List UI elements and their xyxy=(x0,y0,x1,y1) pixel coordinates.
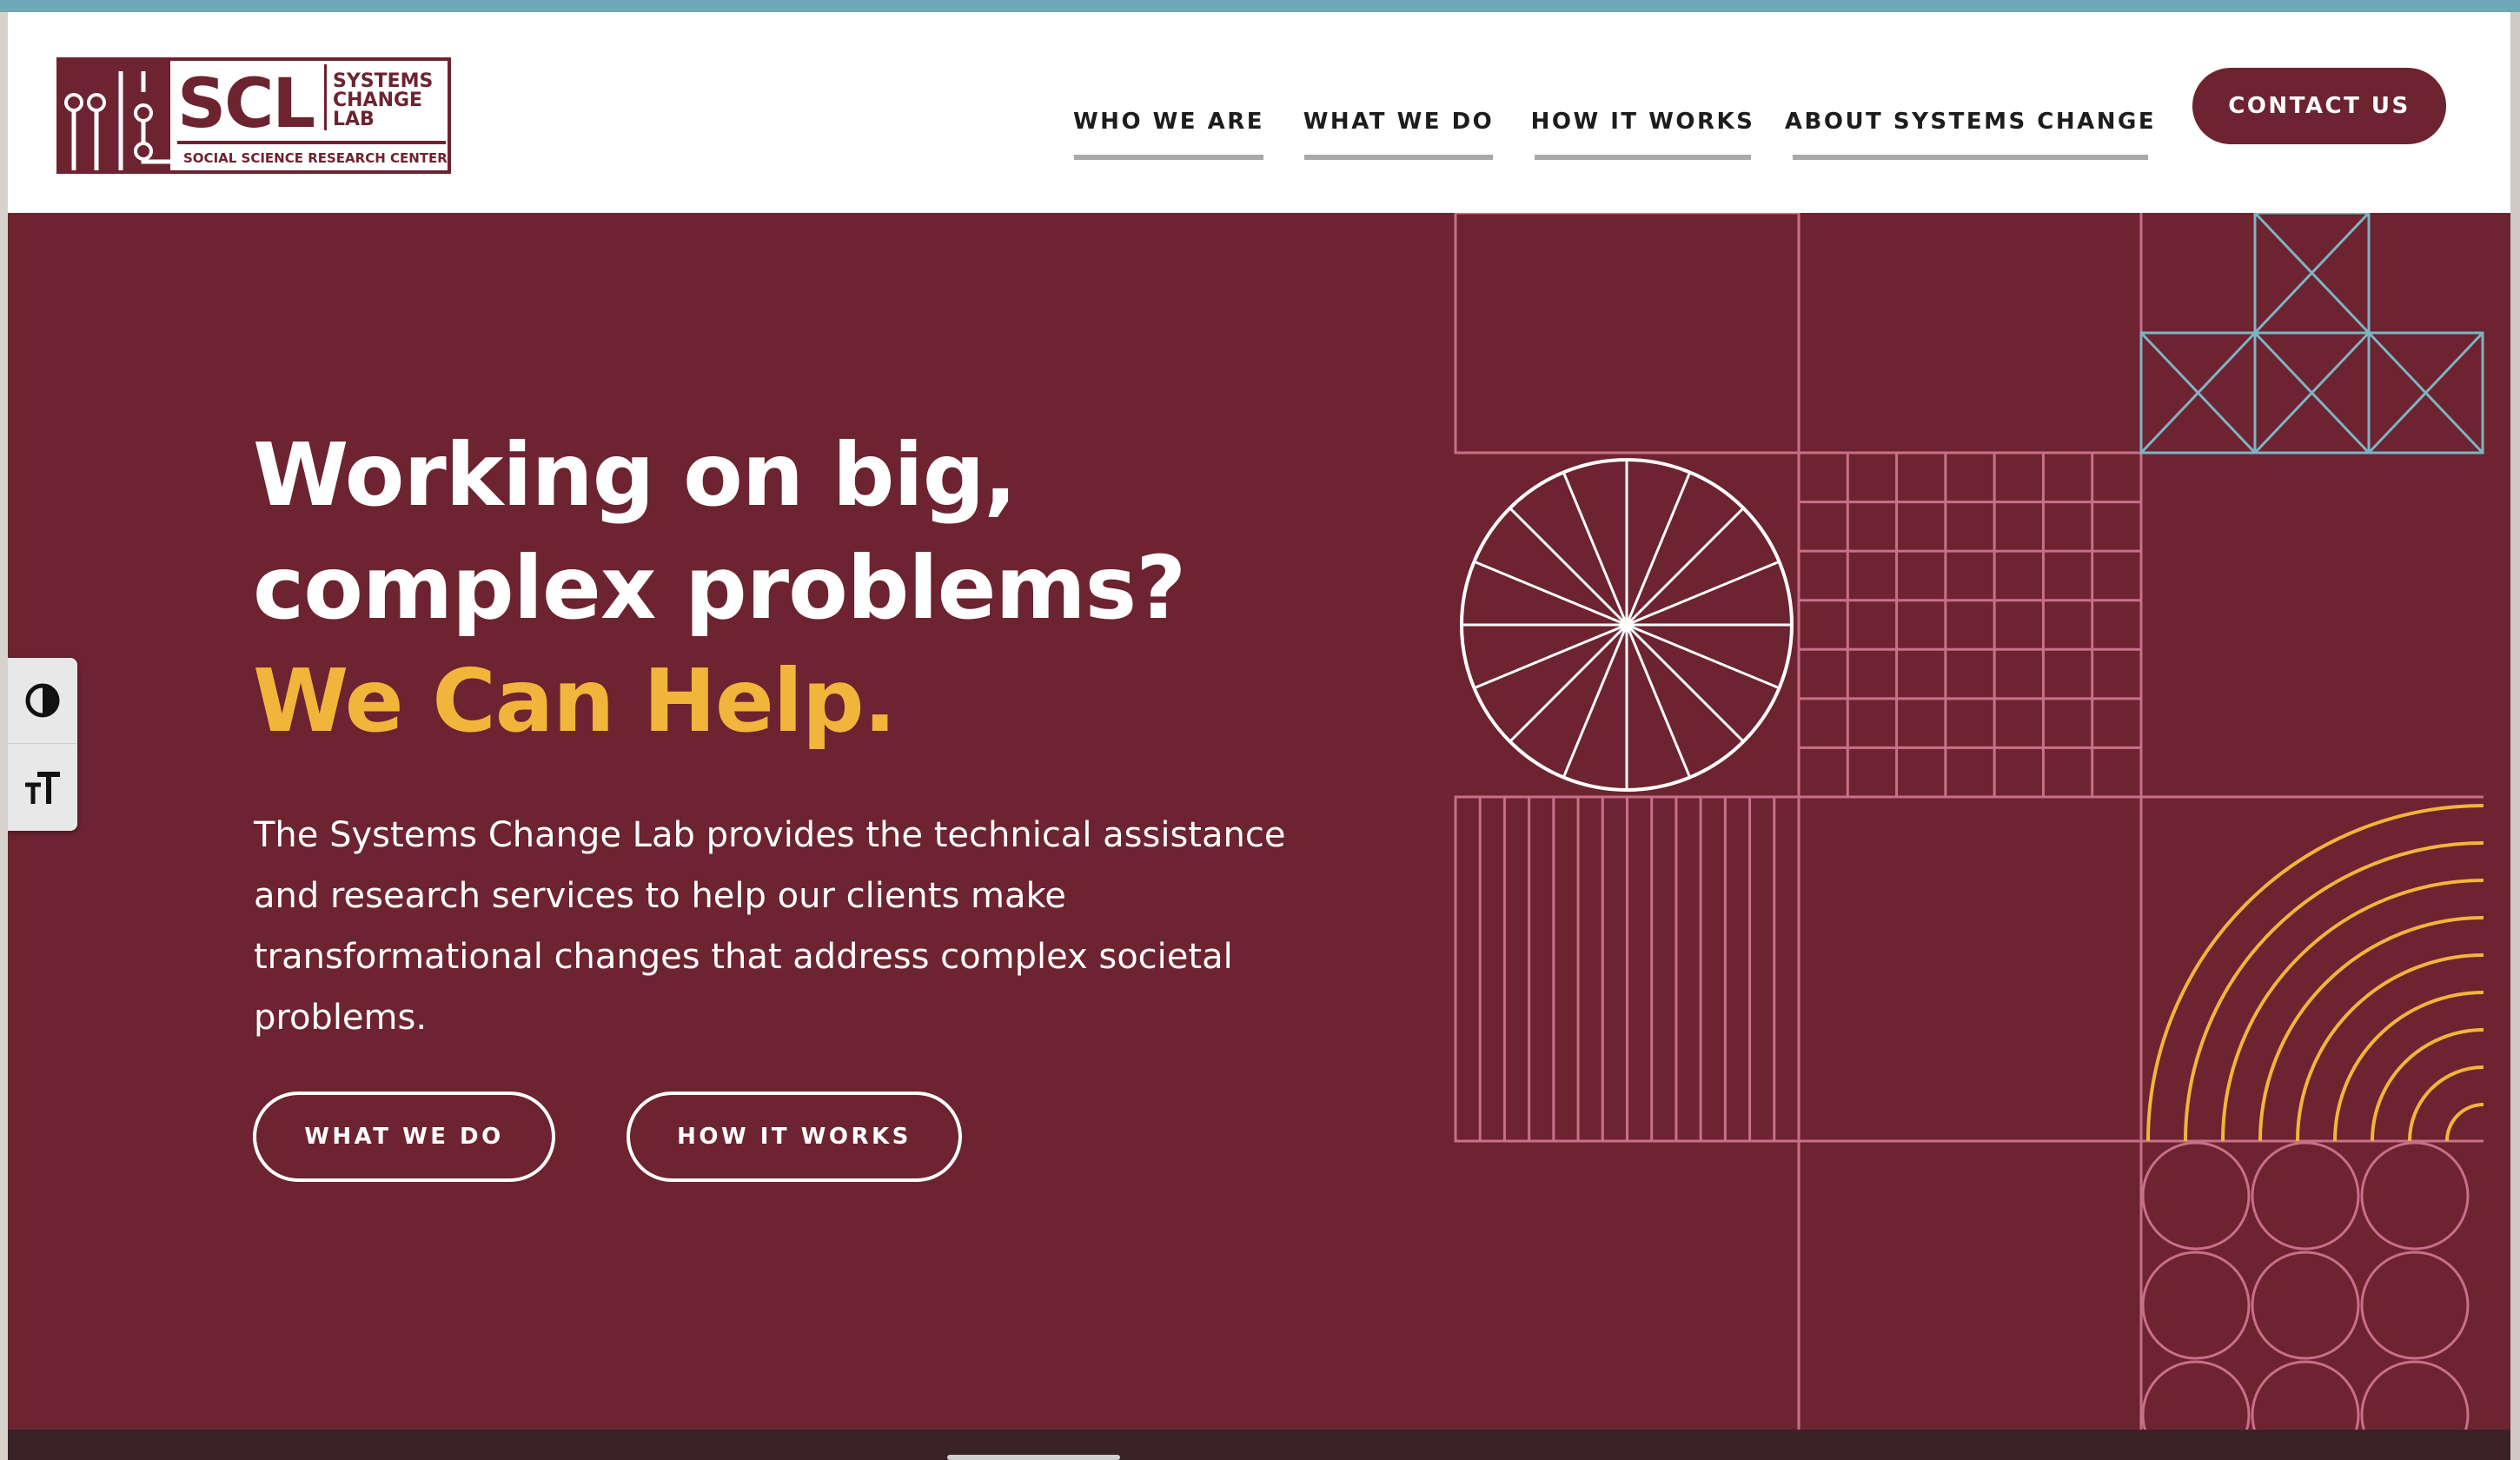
pattern-wheel-spoke xyxy=(1509,623,1628,743)
pattern-circle xyxy=(2360,1360,2470,1430)
pattern-wheel-spoke xyxy=(1625,623,1745,743)
browser-scrollbar[interactable] xyxy=(2510,12,2520,1460)
text-size-toggle[interactable] xyxy=(8,745,77,831)
pattern-circle xyxy=(2251,1141,2360,1251)
pattern-circle xyxy=(2141,1360,2251,1430)
logo-wordmark: SCL xyxy=(177,65,314,143)
pattern-circle xyxy=(2141,1251,2251,1360)
nav-what-we-do[interactable]: WHAT WE DO xyxy=(1303,89,1493,160)
site-header: SCL SYSTEMS CHANGE LAB SOCIAL SCIENCE RE… xyxy=(8,12,2510,213)
text-size-icon xyxy=(25,771,60,804)
pattern-circle xyxy=(2251,1251,2360,1360)
nav-who-we-are[interactable]: WHO WE ARE xyxy=(1073,89,1263,160)
logo-subtitle: SOCIAL SCIENCE RESEARCH CENTER xyxy=(183,150,448,166)
contrast-toggle[interactable] xyxy=(8,658,77,744)
pattern-circle xyxy=(2251,1360,2360,1430)
scl-logo[interactable]: SCL SYSTEMS CHANGE LAB SOCIAL SCIENCE RE… xyxy=(56,57,451,174)
hero-heading-line2: complex problems? xyxy=(253,537,1186,639)
hero-description: The Systems Change Lab provides the tech… xyxy=(254,815,1286,1038)
page: SCL SYSTEMS CHANGE LAB SOCIAL SCIENCE RE… xyxy=(8,12,2510,1460)
logo-line-lab: LAB xyxy=(333,109,375,130)
how-it-works-button[interactable]: HOW IT WORKS xyxy=(627,1092,962,1182)
pattern-arc xyxy=(2445,1103,2484,1142)
contact-us-button[interactable]: CONTACT US xyxy=(2192,68,2446,144)
pattern-arc xyxy=(2184,841,2484,1142)
contrast-icon xyxy=(25,683,60,718)
nav-how-it-works[interactable]: HOW IT WORKS xyxy=(1531,89,1753,160)
pattern-arc xyxy=(2408,1065,2484,1142)
hero-heading-line1: Working on big, xyxy=(253,424,1017,526)
browser-left-edge xyxy=(0,12,8,1460)
pattern-arc xyxy=(2146,804,2484,1142)
pattern-arc xyxy=(2371,1028,2484,1142)
pattern-circle xyxy=(2360,1251,2470,1360)
accessibility-toolbar xyxy=(8,658,77,831)
pattern-arc xyxy=(2258,916,2484,1142)
pattern-wheel-spoke xyxy=(1509,507,1628,627)
browser-top-strip xyxy=(0,0,2520,12)
pattern-wheel-spoke xyxy=(1625,507,1745,627)
horizontal-scroll-thumb[interactable] xyxy=(947,1455,1120,1460)
pattern-arc xyxy=(2333,991,2484,1142)
nav-about-systems-change[interactable]: ABOUT SYSTEMS CHANGE xyxy=(1785,89,2154,160)
footer-strip xyxy=(8,1430,2510,1460)
pattern-cell xyxy=(1454,213,1800,455)
what-we-do-button[interactable]: WHAT WE DO xyxy=(253,1092,555,1182)
pattern-circle xyxy=(2360,1141,2470,1251)
decorative-geometric-pattern xyxy=(1454,213,2484,1430)
hero-heading: Working on big, complex problems? We Can… xyxy=(253,419,1383,758)
hero-heading-accent: We Can Help. xyxy=(253,650,897,752)
pattern-circle xyxy=(2141,1141,2251,1251)
